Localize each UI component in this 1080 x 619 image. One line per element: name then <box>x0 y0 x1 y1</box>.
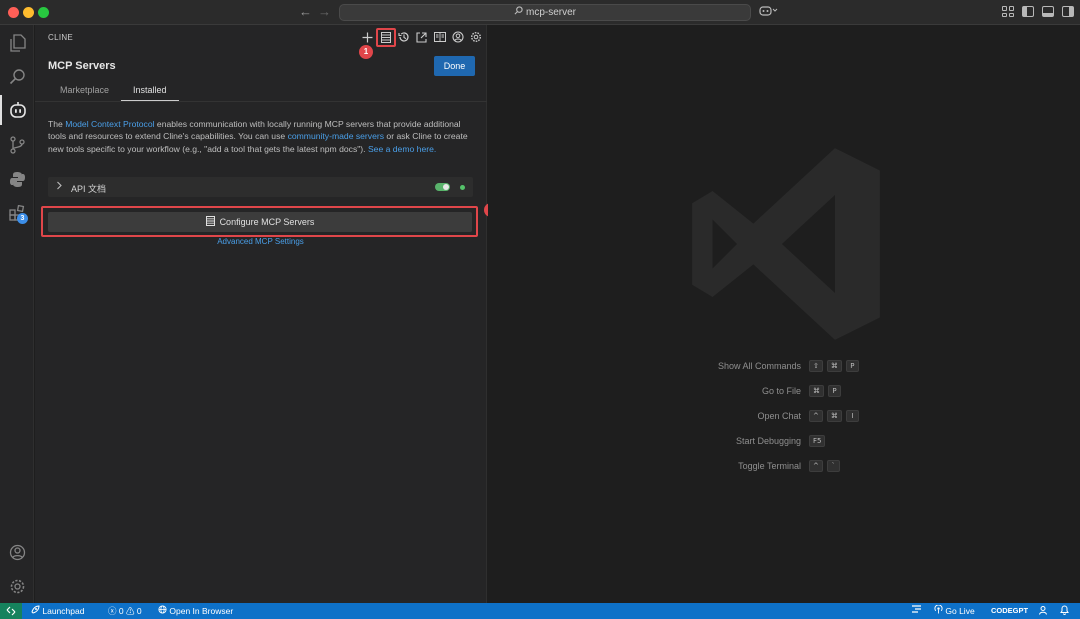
model-context-protocol-link[interactable]: Model Context Protocol <box>65 119 154 129</box>
server-row-api-docs[interactable]: API 文档 <box>48 177 473 197</box>
tab-bar: Marketplace Installed <box>48 81 179 101</box>
desc-text-1: The <box>48 119 66 129</box>
warning-count: 0 <box>136 606 142 616</box>
remote-indicator-icon[interactable] <box>0 603 22 619</box>
tab-divider <box>35 101 487 102</box>
settings-gear-icon[interactable] <box>469 30 482 44</box>
server-status-dot <box>460 185 465 190</box>
new-task-plus-icon[interactable] <box>361 30 374 44</box>
shortcut-label: Toggle Terminal <box>738 461 801 471</box>
title-bar: ← → mcp-server <box>0 0 1080 25</box>
advanced-mcp-settings-link[interactable]: Advanced MCP Settings <box>35 237 486 246</box>
status-bar: Launchpad ⓧ 0 ⚠ 0 Open In Browser Go Liv… <box>0 603 1080 619</box>
python-icon[interactable] <box>0 164 34 194</box>
minimize-window-button[interactable] <box>23 7 34 18</box>
go-live-label: Go Live <box>945 606 975 616</box>
maximize-window-button[interactable] <box>38 7 49 18</box>
key-cap: F5 <box>809 435 826 447</box>
command-center-search[interactable]: mcp-server <box>339 4 751 21</box>
shortcut-toggle-terminal: Toggle Terminal ^ ` <box>638 460 938 474</box>
open-browser-label: Open In Browser <box>169 606 234 616</box>
layout-controls <box>1002 6 1074 17</box>
search-view-icon[interactable] <box>0 61 34 91</box>
layout-status-icon[interactable] <box>911 605 922 616</box>
key-cap: ⌘ <box>826 410 842 422</box>
panel-title: CLINE <box>48 33 74 42</box>
accounts-status-icon[interactable] <box>1038 605 1048 617</box>
server-name: API 文档 <box>71 184 107 194</box>
key-cap: P <box>845 360 859 372</box>
go-live-item[interactable]: Go Live <box>934 604 975 616</box>
key-cap: ^ <box>809 410 823 422</box>
key-cap: ` <box>826 460 840 472</box>
activity-bar: 3 <box>0 25 34 603</box>
chevron-right-icon[interactable] <box>56 181 63 192</box>
key-cap: ⇧ <box>809 360 823 372</box>
customize-layout-icon[interactable] <box>1002 6 1014 17</box>
server-enabled-toggle[interactable] <box>435 183 450 191</box>
open-in-browser-item[interactable]: Open In Browser <box>158 605 233 616</box>
copilot-icon[interactable] <box>759 5 779 19</box>
docs-icon[interactable] <box>433 30 446 44</box>
cline-panel: CLINE MCP Servers Done Marketplace Insta… <box>35 25 498 603</box>
annotation-marker-1: 1 <box>359 45 373 59</box>
codegpt-item[interactable]: CODEGPT <box>991 606 1028 615</box>
configure-mcp-servers-button[interactable]: Configure MCP Servers <box>48 212 472 232</box>
key-cap: ⌘ <box>809 385 824 397</box>
error-icon: ⓧ <box>108 606 117 616</box>
cline-icon[interactable] <box>0 95 34 125</box>
broadcast-icon <box>934 604 945 616</box>
forward-arrow-icon[interactable]: → <box>318 4 331 19</box>
shortcut-go-to-file: Go to File ⌘ P <box>638 385 938 399</box>
shortcut-show-all-commands: Show All Commands ⇧ ⌘ P <box>638 360 938 374</box>
source-control-icon[interactable] <box>0 130 34 160</box>
shortcut-open-chat: Open Chat ^ ⌘ I <box>638 410 938 424</box>
account-icon[interactable] <box>0 537 34 567</box>
back-arrow-icon[interactable]: ← <box>299 4 312 19</box>
globe-icon <box>158 605 169 616</box>
key-cap: P <box>828 385 841 397</box>
error-count: 0 <box>118 606 124 616</box>
configure-label: Configure MCP Servers <box>219 217 315 227</box>
key-cap: ⌘ <box>826 360 842 372</box>
toggle-primary-sidebar-icon[interactable] <box>1022 6 1034 17</box>
explorer-icon[interactable] <box>0 28 34 58</box>
account-circle-icon[interactable] <box>451 30 464 44</box>
community-servers-link[interactable]: community-made servers <box>288 131 384 141</box>
demo-link[interactable]: See a demo here. <box>368 144 436 154</box>
annotation-box-mcp-icon <box>376 28 396 47</box>
vscode-logo-watermark <box>684 141 888 352</box>
extensions-icon[interactable]: 3 <box>0 198 34 228</box>
tab-marketplace[interactable]: Marketplace <box>48 81 121 101</box>
shortcut-start-debugging: Start Debugging F5 <box>638 435 938 449</box>
notifications-bell-icon[interactable] <box>1060 605 1069 617</box>
warning-icon: ⚠ <box>126 606 135 616</box>
manage-gear-icon[interactable] <box>0 571 34 601</box>
mcp-servers-icon <box>205 213 215 233</box>
rocket-icon <box>30 605 42 616</box>
popout-icon[interactable] <box>415 30 428 44</box>
problems-item[interactable]: ⓧ 0 ⚠ 0 <box>108 605 142 617</box>
shortcut-label: Open Chat <box>757 411 801 421</box>
extensions-badge: 3 <box>17 213 28 224</box>
launchpad-item[interactable]: Launchpad <box>30 605 84 616</box>
search-text: mcp-server <box>525 7 576 18</box>
shortcut-label: Start Debugging <box>735 436 801 446</box>
vscode-window: ← → mcp-server 3 CLINE MCP Servers Done … <box>0 0 1080 619</box>
mcp-description: The Model Context Protocol enables commu… <box>48 118 476 155</box>
key-cap: I <box>845 410 859 422</box>
tab-installed[interactable]: Installed <box>121 81 179 101</box>
shortcut-label: Go to File <box>761 386 801 396</box>
done-button[interactable]: Done <box>434 56 475 76</box>
search-icon <box>514 5 523 20</box>
key-cap: ^ <box>809 460 823 472</box>
editor-area: Show All Commands ⇧ ⌘ P Go to File ⌘ P Open… <box>488 25 1080 603</box>
toggle-panel-icon[interactable] <box>1042 6 1054 17</box>
shortcut-label: Show All Commands <box>717 361 801 371</box>
history-icon[interactable] <box>397 30 410 44</box>
launchpad-label: Launchpad <box>42 606 85 616</box>
close-window-button[interactable] <box>8 7 19 18</box>
toggle-secondary-sidebar-icon[interactable] <box>1062 6 1074 17</box>
page-title: MCP Servers <box>48 60 116 72</box>
